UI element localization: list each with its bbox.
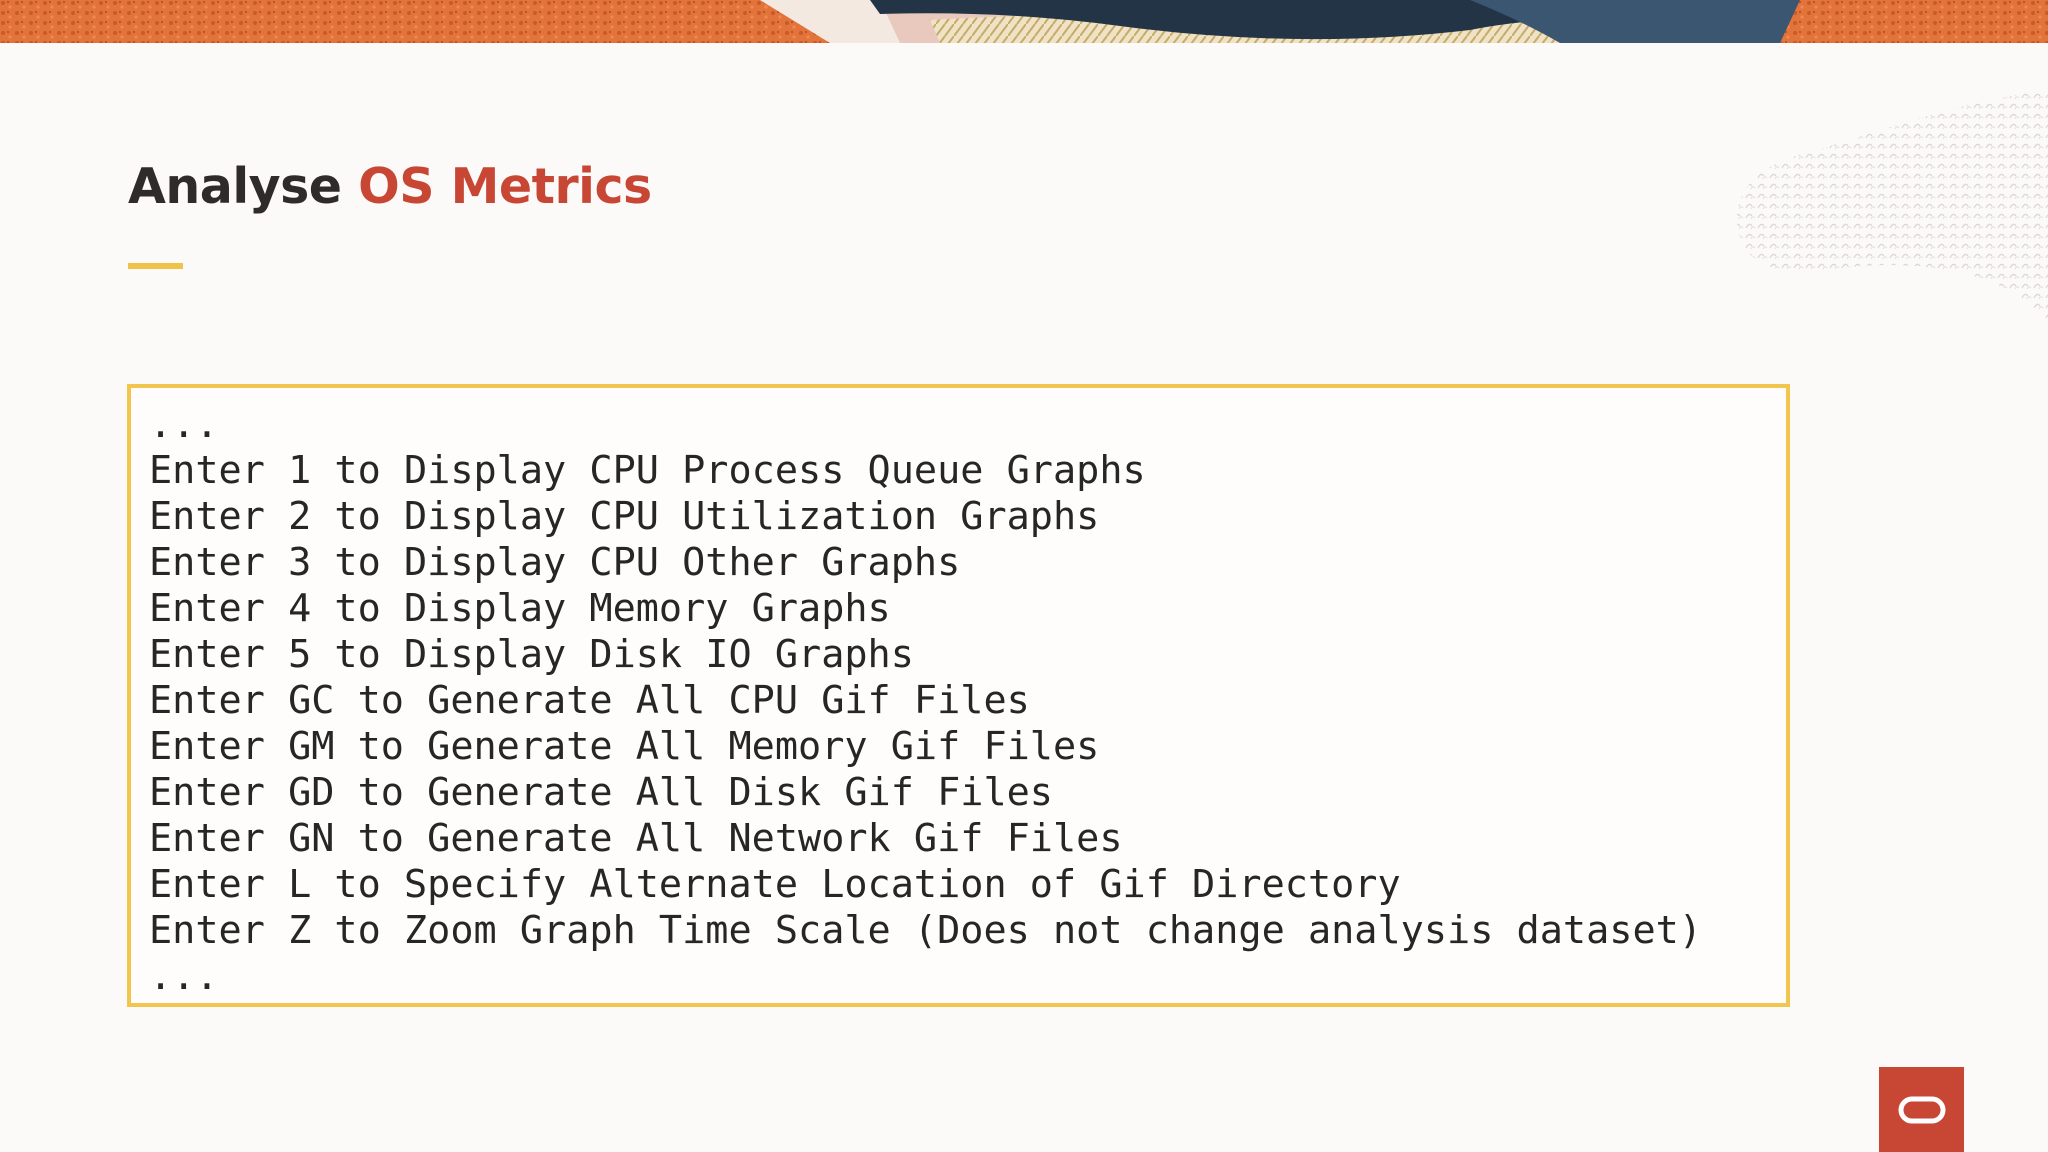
slide-title-plain: Analyse <box>128 158 359 215</box>
code-line: Enter 4 to Display Memory Graphs <box>149 586 891 631</box>
code-line: Enter GC to Generate All CPU Gif Files <box>149 678 1030 723</box>
texture-artwork <box>1737 90 2048 320</box>
slide-title-accent: OS Metrics <box>358 158 652 215</box>
banner-artwork <box>0 0 2048 43</box>
code-line: Enter 2 to Display CPU Utilization Graph… <box>149 494 1100 539</box>
side-decorative-texture <box>1648 80 2048 380</box>
code-line: Enter Z to Zoom Graph Time Scale (Does n… <box>149 908 1702 953</box>
code-line: Enter GD to Generate All Disk Gif Files <box>149 770 1053 815</box>
code-line: Enter GN to Generate All Network Gif Fil… <box>149 816 1123 861</box>
code-line: Enter 1 to Display CPU Process Queue Gra… <box>149 448 1146 493</box>
oracle-ring-icon <box>1898 1096 1945 1123</box>
code-line: ... <box>149 954 219 999</box>
code-block: ... Enter 1 to Display CPU Process Queue… <box>127 384 1790 1007</box>
oracle-logo-icon <box>1879 1067 1964 1152</box>
title-underline-rule <box>128 263 183 269</box>
code-line: Enter GM to Generate All Memory Gif File… <box>149 724 1100 769</box>
code-line: ... <box>149 402 219 447</box>
slide-title: Analyse OS Metrics <box>128 158 652 215</box>
code-line: Enter 3 to Display CPU Other Graphs <box>149 540 961 585</box>
code-line: Enter L to Specify Alternate Location of… <box>149 862 1401 907</box>
code-line: Enter 5 to Display Disk IO Graphs <box>149 632 914 677</box>
top-decorative-banner <box>0 0 2048 43</box>
